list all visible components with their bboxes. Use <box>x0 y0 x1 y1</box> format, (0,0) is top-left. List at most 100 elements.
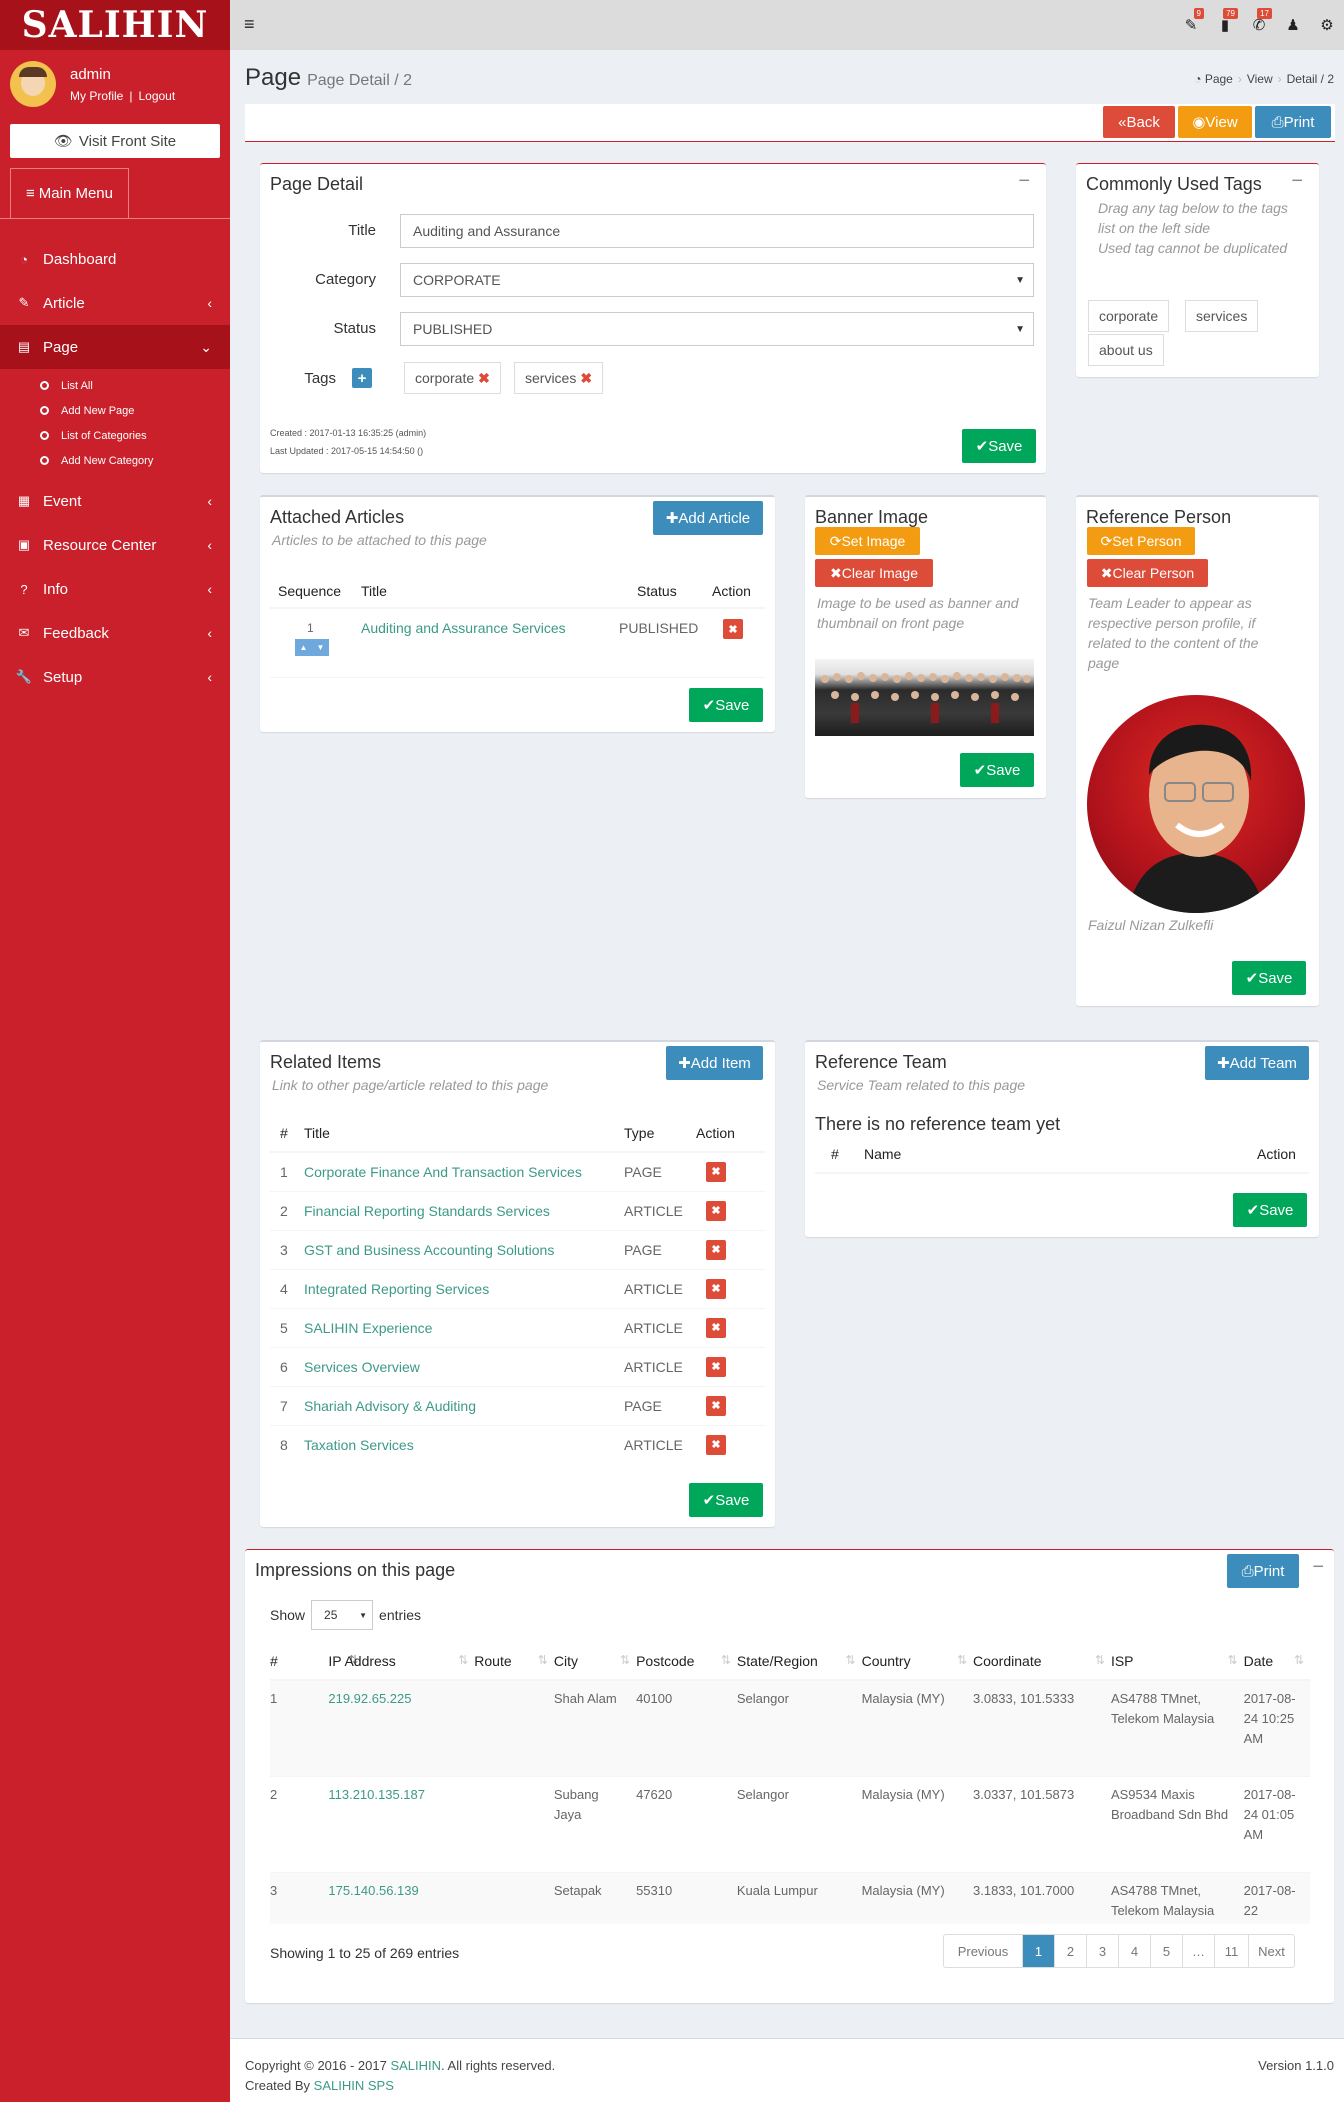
ip-link[interactable]: 175.140.56.139 <box>328 1883 418 1898</box>
remove-icon[interactable]: ✖ <box>706 1239 726 1260</box>
save-button[interactable]: ✔ Save <box>689 1483 763 1517</box>
sort-icon[interactable]: ⇅ <box>957 1653 967 1667</box>
collapse-icon[interactable]: − <box>1018 170 1030 193</box>
related-link[interactable]: Shariah Advisory & Auditing <box>304 1398 476 1414</box>
remove-icon[interactable]: ✖ <box>706 1278 726 1299</box>
print-button[interactable]: ⎙ Print <box>1227 1554 1299 1588</box>
column-header[interactable]: Route ⇅ <box>474 1642 554 1681</box>
collapse-icon[interactable]: − <box>1291 170 1303 193</box>
row-title[interactable]: Financial Reporting Standards Services <box>304 1190 624 1230</box>
pager-page[interactable]: 4 <box>1118 1935 1150 1967</box>
remove-icon[interactable]: ✖ <box>723 619 743 639</box>
column-header[interactable]: Country ⇅ <box>861 1642 973 1681</box>
remove-icon[interactable]: ✖ <box>706 1161 726 1182</box>
pager-page[interactable]: 2 <box>1054 1935 1086 1967</box>
gears-icon[interactable]: ⚙ <box>1310 16 1344 34</box>
sidebar-toggle-icon[interactable]: ≡ <box>244 14 255 35</box>
row-title[interactable]: Services Overview <box>304 1346 624 1386</box>
row-title[interactable]: Integrated Reporting Services <box>304 1268 624 1308</box>
row-title[interactable]: SALIHIN Experience <box>304 1307 624 1347</box>
submenu-add-new-category[interactable]: Add New Category <box>0 448 230 473</box>
sidebar-item-resource-center[interactable]: ▣ Resource Center ‹ <box>0 523 230 567</box>
article-title[interactable]: Auditing and Assurance Services <box>361 620 566 636</box>
related-link[interactable]: SALIHIN Experience <box>304 1320 432 1336</box>
row-title[interactable]: Corporate Finance And Transaction Servic… <box>304 1151 624 1191</box>
sidebar-item-article[interactable]: ✎ Article ‹ <box>0 281 230 325</box>
draggable-tag[interactable]: corporate <box>1088 300 1170 332</box>
remove-icon[interactable]: ✖ <box>706 1317 726 1338</box>
remove-icon[interactable]: ✖ <box>706 1395 726 1416</box>
ip-link[interactable]: 219.92.65.225 <box>328 1691 411 1706</box>
reorder-control[interactable]: ▲ ▼ <box>295 639 329 656</box>
sort-icon[interactable]: ⇅ <box>1095 1653 1105 1667</box>
related-link[interactable]: Taxation Services <box>304 1437 414 1453</box>
save-button[interactable]: ✔ Save <box>960 753 1034 787</box>
created-by-link[interactable]: SALIHIN SPS <box>314 2078 394 2093</box>
related-link[interactable]: Services Overview <box>304 1359 420 1375</box>
caret-down-icon[interactable]: ▼ <box>317 643 325 652</box>
add-article-button[interactable]: ✚ Add Article <box>653 501 763 535</box>
sort-icon[interactable]: ⇅ <box>538 1653 548 1667</box>
row-title[interactable]: Shariah Advisory & Auditing <box>304 1385 624 1425</box>
inbox-notification-icon[interactable]: ▮ 79 <box>1208 8 1242 34</box>
user-icon[interactable]: ♟ <box>1276 16 1310 34</box>
draggable-tag[interactable]: services <box>1185 300 1259 332</box>
column-header[interactable]: # ⇅ <box>270 1642 358 1681</box>
view-button[interactable]: ◉ View <box>1178 106 1252 138</box>
add-item-button[interactable]: ✚ Add Item <box>666 1046 763 1080</box>
caret-up-icon[interactable]: ▲ <box>300 643 308 652</box>
breadcrumb-page[interactable]: Page <box>1205 72 1233 86</box>
back-button[interactable]: « Back <box>1103 106 1175 138</box>
sort-icon[interactable]: ⇅ <box>721 1653 731 1667</box>
row-title[interactable]: Taxation Services <box>304 1424 624 1464</box>
set-image-button[interactable]: ⟳ Set Image <box>815 527 920 555</box>
article-link[interactable]: Auditing and Assurance Services <box>361 620 566 636</box>
delete-article[interactable]: ✖ <box>723 619 743 639</box>
sidebar-item-feedback[interactable]: ✉ Feedback ‹ <box>0 611 230 655</box>
remove-tag-icon[interactable]: ✖ <box>478 370 490 387</box>
pencil-notification-icon[interactable]: ✎ 9 <box>1174 8 1208 34</box>
my-profile-link[interactable]: My Profile <box>70 89 129 103</box>
logout-link[interactable]: Logout <box>132 89 181 103</box>
add-tag-icon[interactable]: + <box>352 368 372 388</box>
breadcrumb-view[interactable]: View <box>1247 72 1273 86</box>
pager-page[interactable]: … <box>1182 1935 1214 1967</box>
clear-person-button[interactable]: ✖ Clear Person <box>1087 559 1208 587</box>
sidebar-item-dashboard[interactable]: ◔ Dashboard <box>0 237 230 281</box>
cell-ip[interactable]: 219.92.65.225 <box>328 1679 475 1776</box>
pager-previous[interactable]: Previous <box>944 1935 1022 1967</box>
set-person-button[interactable]: ⟳ Set Person <box>1087 527 1195 555</box>
print-button[interactable]: ⎙ Print <box>1255 106 1331 138</box>
add-team-button[interactable]: ✚ Add Team <box>1205 1046 1309 1080</box>
ip-link[interactable]: 113.210.135.187 <box>328 1787 425 1802</box>
pager-page[interactable]: 1 <box>1022 1935 1054 1967</box>
visit-front-site-button[interactable]: 👁 Visit Front Site <box>10 124 220 158</box>
phone-notification-icon[interactable]: ✆ 17 <box>1242 8 1276 34</box>
pager-next[interactable]: Next <box>1248 1935 1294 1967</box>
draggable-tag[interactable]: about us <box>1088 334 1164 366</box>
column-header[interactable]: State/Region ⇅ <box>736 1642 862 1681</box>
title-input[interactable]: Auditing and Assurance <box>400 214 1034 248</box>
sidebar-item-setup[interactable]: 🔧 Setup ‹ <box>0 655 230 699</box>
cell-ip[interactable]: 113.210.135.187 <box>328 1775 475 1872</box>
row-title[interactable]: GST and Business Accounting Solutions <box>304 1229 624 1269</box>
save-button[interactable]: ✔ Save <box>962 429 1036 463</box>
submenu-list-all[interactable]: List All <box>0 373 230 398</box>
related-link[interactable]: GST and Business Accounting Solutions <box>304 1242 554 1258</box>
related-link[interactable]: Financial Reporting Standards Services <box>304 1203 550 1219</box>
sort-icon[interactable]: ⇅ <box>620 1653 630 1667</box>
sort-icon[interactable]: ⇅ <box>1294 1653 1304 1667</box>
column-header[interactable]: Coordinate ⇅ <box>973 1642 1111 1681</box>
related-link[interactable]: Corporate Finance And Transaction Servic… <box>304 1164 582 1180</box>
related-link[interactable]: Integrated Reporting Services <box>304 1281 489 1297</box>
column-header[interactable]: Postcode ⇅ <box>636 1642 737 1681</box>
column-header[interactable]: Date ⇅ <box>1243 1642 1310 1681</box>
pager-page[interactable]: 5 <box>1150 1935 1182 1967</box>
page-length-select[interactable]: 25 ▼ <box>311 1600 374 1630</box>
copyright-brand-link[interactable]: SALIHIN <box>390 2058 441 2073</box>
clear-image-button[interactable]: ✖ Clear Image <box>815 559 933 587</box>
main-menu-button[interactable]: ≡ Main Menu <box>10 168 129 218</box>
save-button[interactable]: ✔ Save <box>1232 961 1306 995</box>
submenu-add-new-page[interactable]: Add New Page <box>0 398 230 423</box>
sidebar-item-info[interactable]: ? Info ‹ <box>0 567 230 611</box>
